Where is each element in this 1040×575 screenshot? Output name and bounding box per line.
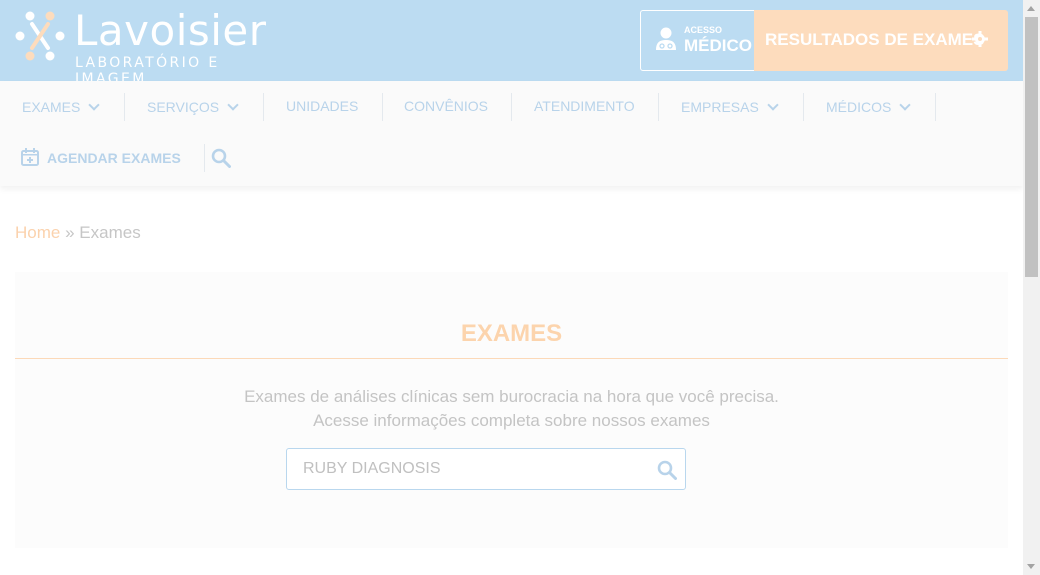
description-line-2: Acesse informações completa sobre nossos… bbox=[313, 411, 710, 430]
agendar-exames-link[interactable]: AGENDAR EXAMES bbox=[21, 148, 181, 166]
chevron-down-icon bbox=[227, 99, 239, 111]
breadcrumb-separator: » bbox=[65, 223, 75, 242]
scroll-down-arrow-icon[interactable] bbox=[1027, 564, 1035, 569]
acesso-label: ACESSO bbox=[684, 25, 723, 35]
nav-item-label: UNIDADES bbox=[286, 98, 359, 114]
logo-mark-icon bbox=[15, 11, 65, 61]
nav-divider bbox=[263, 93, 264, 121]
nav-item-label: EXAMES bbox=[22, 99, 81, 115]
exam-search-box bbox=[286, 448, 686, 490]
logo[interactable]: Lavoisier LABORATÓRIO E IMAGEM bbox=[14, 6, 276, 87]
card-description: Exames de análises clínicas sem burocrac… bbox=[15, 385, 1008, 433]
search-icon[interactable] bbox=[211, 148, 231, 168]
chevron-down-icon bbox=[767, 99, 779, 111]
acesso-medico-button[interactable]: ACESSO MÉDICO bbox=[640, 10, 756, 71]
page: Lavoisier LABORATÓRIO E IMAGEM ACESSO MÉ… bbox=[0, 0, 1023, 575]
resultados-exames-button[interactable]: RESULTADOS DE EXAMES bbox=[754, 10, 1008, 71]
search-icon[interactable] bbox=[657, 460, 677, 480]
nav-divider bbox=[382, 93, 383, 121]
nav-item-exames[interactable]: EXAMES bbox=[22, 99, 101, 115]
exames-search-card: EXAMES Exames de análises clínicas sem b… bbox=[15, 272, 1008, 548]
breadcrumb: Home » Exames bbox=[15, 223, 141, 243]
nav-divider bbox=[935, 93, 936, 121]
title-divider bbox=[15, 358, 1008, 359]
site-header: Lavoisier LABORATÓRIO E IMAGEM ACESSO MÉ… bbox=[0, 0, 1023, 87]
nav-item-servicos[interactable]: SERVIÇOS bbox=[147, 99, 239, 115]
nav-item-label: MÉDICOS bbox=[826, 99, 892, 115]
medico-label: MÉDICO bbox=[684, 36, 752, 55]
nav-divider bbox=[803, 93, 804, 121]
nav-divider bbox=[124, 93, 125, 121]
doctor-icon bbox=[656, 27, 676, 50]
nav-divider bbox=[511, 93, 512, 121]
resultados-label: RESULTADOS DE EXAMES bbox=[765, 30, 985, 49]
nav-item-atendimento[interactable]: ATENDIMENTO bbox=[534, 98, 635, 114]
description-line-1: Exames de análises clínicas sem burocrac… bbox=[244, 387, 779, 406]
scrollbar-thumb[interactable] bbox=[1025, 17, 1038, 277]
nav-item-label: ATENDIMENTO bbox=[534, 98, 635, 114]
nav-item-convenios[interactable]: CONVÊNIOS bbox=[404, 98, 488, 114]
nav-divider bbox=[204, 144, 205, 172]
nav-item-medicos[interactable]: MÉDICOS bbox=[826, 99, 912, 115]
exam-search-input[interactable] bbox=[287, 449, 647, 489]
chevron-down-icon bbox=[88, 99, 101, 111]
breadcrumb-current: Exames bbox=[79, 223, 141, 242]
nav-item-empresas[interactable]: EMPRESAS bbox=[681, 99, 779, 115]
nav-item-label: CONVÊNIOS bbox=[404, 98, 489, 114]
chevron-down-icon bbox=[899, 99, 912, 111]
nav-item-label: SERVIÇOS bbox=[147, 99, 220, 115]
breadcrumb-home-link[interactable]: Home bbox=[15, 223, 60, 242]
vertical-scrollbar[interactable] bbox=[1023, 0, 1040, 575]
nav-item-label: EMPRESAS bbox=[681, 99, 759, 115]
nav-divider bbox=[658, 93, 659, 121]
scroll-up-arrow-icon[interactable] bbox=[1027, 6, 1035, 11]
agendar-label: AGENDAR EXAMES bbox=[47, 150, 181, 166]
page-title: EXAMES bbox=[460, 320, 563, 347]
nav-item-unidades[interactable]: UNIDADES bbox=[286, 98, 358, 114]
calendar-plus-icon bbox=[21, 148, 39, 166]
main-nav: EXAMES SERVIÇOS UNIDADES CONVÊNIOS ATEND… bbox=[0, 81, 1023, 186]
gear-icon bbox=[972, 31, 988, 47]
logo-name: Lavoisier bbox=[74, 6, 267, 55]
